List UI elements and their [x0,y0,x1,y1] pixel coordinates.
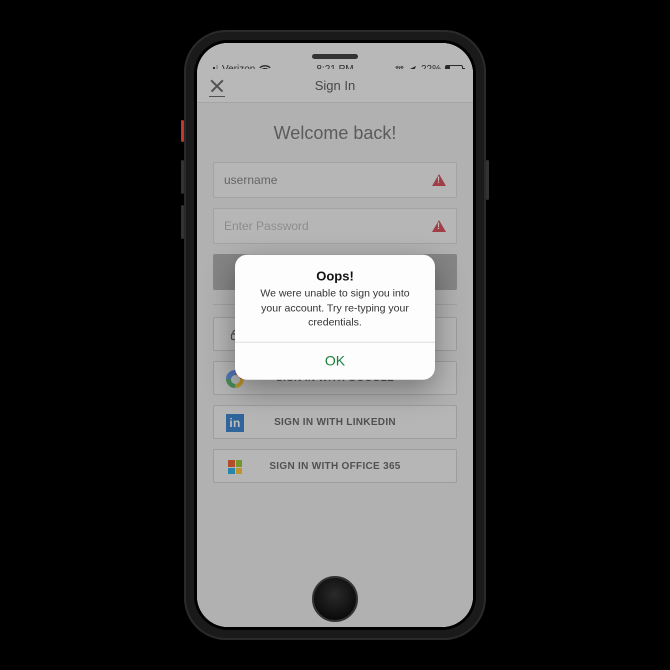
office365-icon [226,458,244,476]
linkedin-icon: in [226,414,244,432]
username-field[interactable]: username [213,162,457,198]
alert-message: We were unable to sign you into your acc… [235,287,435,342]
alert-ok-button[interactable]: OK [235,343,435,380]
linkedin-label: SIGN IN WITH LINKEDIN [274,417,396,428]
screen: Verizon 8:21 PM 22% Sign In Welcome back… [197,43,473,627]
navbar: Sign In [197,69,473,103]
home-button[interactable] [312,576,358,622]
volume-down [181,205,184,239]
navbar-title: Sign In [315,78,355,93]
warning-icon [432,174,446,186]
phone-speaker [312,54,358,59]
office365-label: SIGN IN WITH OFFICE 365 [269,461,400,472]
warning-icon [432,220,446,232]
iphone-frame: Verizon 8:21 PM 22% Sign In Welcome back… [184,30,486,640]
office365-button[interactable]: SIGN IN WITH OFFICE 365 [213,449,457,483]
alert-title: Oops! [235,255,435,287]
password-placeholder: Enter Password [224,219,309,233]
password-field[interactable]: Enter Password [213,208,457,244]
welcome-heading: Welcome back! [213,123,457,144]
linkedin-button[interactable]: in SIGN IN WITH LINKEDIN [213,405,457,439]
close-icon[interactable] [209,77,227,95]
error-alert: Oops! We were unable to sign you into yo… [235,255,435,380]
mute-switch [181,120,184,142]
username-value: username [224,173,277,187]
volume-up [181,160,184,194]
power-button [486,160,489,200]
